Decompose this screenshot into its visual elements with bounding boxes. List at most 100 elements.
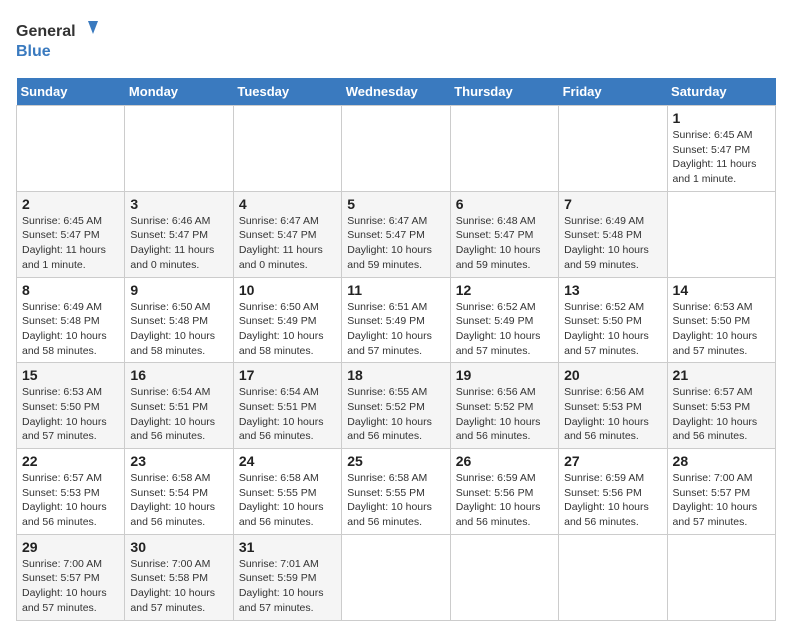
- day-info: Sunrise: 6:45 AMSunset: 5:47 PMDaylight:…: [22, 214, 119, 273]
- weekday-header-saturday: Saturday: [667, 78, 775, 106]
- day-number: 9: [130, 282, 227, 298]
- calendar-cell: 27 Sunrise: 6:59 AMSunset: 5:56 PMDayligh…: [559, 449, 667, 535]
- weekday-header-monday: Monday: [125, 78, 233, 106]
- calendar-cell: 18 Sunrise: 6:55 AMSunset: 5:52 PMDayligh…: [342, 363, 450, 449]
- calendar-cell: 20Sunrise: 6:56 AMSunset: 5:53 PMDayligh…: [559, 363, 667, 449]
- day-number: 18: [347, 367, 444, 383]
- calendar-cell: 19Sunrise: 6:56 AMSunset: 5:52 PMDayligh…: [450, 363, 558, 449]
- calendar-cell: 8 Sunrise: 6:49 AMSunset: 5:48 PMDaylight…: [17, 277, 125, 363]
- day-number: 29: [22, 539, 119, 555]
- calendar-cell: 7Sunrise: 6:49 AMSunset: 5:48 PMDaylight…: [559, 191, 667, 277]
- day-number: 1: [673, 110, 770, 126]
- day-number: 8: [22, 282, 119, 298]
- day-info: Sunrise: 6:51 AMSunset: 5:49 PMDaylight:…: [347, 300, 444, 359]
- calendar-cell: [667, 191, 775, 277]
- day-number: 13: [564, 282, 661, 298]
- day-info: Sunrise: 6:58 AMSunset: 5:55 PMDaylight:…: [347, 471, 444, 530]
- calendar-cell: [450, 106, 558, 192]
- day-number: 12: [456, 282, 553, 298]
- weekday-header-wednesday: Wednesday: [342, 78, 450, 106]
- calendar-cell: 12Sunrise: 6:52 AMSunset: 5:49 PMDayligh…: [450, 277, 558, 363]
- calendar-cell: [125, 106, 233, 192]
- calendar-cell: 10 Sunrise: 6:50 AMSunset: 5:49 PMDayligh…: [233, 277, 341, 363]
- day-info: Sunrise: 6:57 AMSunset: 5:53 PMDaylight:…: [673, 385, 770, 444]
- day-info: Sunrise: 6:47 AMSunset: 5:47 PMDaylight:…: [239, 214, 336, 273]
- calendar-cell: 29 Sunrise: 7:00 AMSunset: 5:57 PMDayligh…: [17, 534, 125, 620]
- day-info: Sunrise: 6:54 AMSunset: 5:51 PMDaylight:…: [130, 385, 227, 444]
- calendar-cell: 11 Sunrise: 6:51 AMSunset: 5:49 PMDayligh…: [342, 277, 450, 363]
- calendar-cell: 4 Sunrise: 6:47 AMSunset: 5:47 PMDaylight…: [233, 191, 341, 277]
- weekday-header-row: SundayMondayTuesdayWednesdayThursdayFrid…: [17, 78, 776, 106]
- calendar-cell: 15 Sunrise: 6:53 AMSunset: 5:50 PMDayligh…: [17, 363, 125, 449]
- calendar-cell: [17, 106, 125, 192]
- day-number: 10: [239, 282, 336, 298]
- calendar-cell: 21 Sunrise: 6:57 AMSunset: 5:53 PMDayligh…: [667, 363, 775, 449]
- day-info: Sunrise: 6:49 AMSunset: 5:48 PMDaylight:…: [22, 300, 119, 359]
- day-info: Sunrise: 7:01 AMSunset: 5:59 PMDaylight:…: [239, 557, 336, 616]
- day-number: 28: [673, 453, 770, 469]
- svg-text:General: General: [16, 23, 76, 40]
- day-number: 22: [22, 453, 119, 469]
- day-info: Sunrise: 6:52 AMSunset: 5:50 PMDaylight:…: [564, 300, 661, 359]
- calendar-week-row: 15 Sunrise: 6:53 AMSunset: 5:50 PMDayligh…: [17, 363, 776, 449]
- day-info: Sunrise: 7:00 AMSunset: 5:57 PMDaylight:…: [22, 557, 119, 616]
- calendar-cell: 17 Sunrise: 6:54 AMSunset: 5:51 PMDayligh…: [233, 363, 341, 449]
- day-info: Sunrise: 7:00 AMSunset: 5:58 PMDaylight:…: [130, 557, 227, 616]
- day-info: Sunrise: 6:48 AMSunset: 5:47 PMDaylight:…: [456, 214, 553, 273]
- day-info: Sunrise: 6:50 AMSunset: 5:48 PMDaylight:…: [130, 300, 227, 359]
- day-info: Sunrise: 6:59 AMSunset: 5:56 PMDaylight:…: [564, 471, 661, 530]
- day-number: 4: [239, 196, 336, 212]
- day-number: 17: [239, 367, 336, 383]
- calendar-cell: [233, 106, 341, 192]
- day-number: 23: [130, 453, 227, 469]
- day-number: 3: [130, 196, 227, 212]
- calendar-week-row: 29 Sunrise: 7:00 AMSunset: 5:57 PMDayligh…: [17, 534, 776, 620]
- day-number: 26: [456, 453, 553, 469]
- day-number: 20: [564, 367, 661, 383]
- day-number: 31: [239, 539, 336, 555]
- weekday-header-tuesday: Tuesday: [233, 78, 341, 106]
- day-info: Sunrise: 6:58 AMSunset: 5:55 PMDaylight:…: [239, 471, 336, 530]
- calendar-week-row: 8 Sunrise: 6:49 AMSunset: 5:48 PMDaylight…: [17, 277, 776, 363]
- calendar-cell: 2 Sunrise: 6:45 AMSunset: 5:47 PMDaylight…: [17, 191, 125, 277]
- weekday-header-friday: Friday: [559, 78, 667, 106]
- calendar-cell: 28 Sunrise: 7:00 AMSunset: 5:57 PMDayligh…: [667, 449, 775, 535]
- calendar-cell: 3Sunrise: 6:46 AMSunset: 5:47 PMDaylight…: [125, 191, 233, 277]
- calendar-cell: [450, 534, 558, 620]
- day-info: Sunrise: 6:56 AMSunset: 5:52 PMDaylight:…: [456, 385, 553, 444]
- day-info: Sunrise: 6:50 AMSunset: 5:49 PMDaylight:…: [239, 300, 336, 359]
- day-number: 30: [130, 539, 227, 555]
- svg-text:Blue: Blue: [16, 43, 51, 60]
- calendar-cell: [559, 534, 667, 620]
- calendar-cell: 1 Sunrise: 6:45 AMSunset: 5:47 PMDaylight…: [667, 106, 775, 192]
- day-info: Sunrise: 6:55 AMSunset: 5:52 PMDaylight:…: [347, 385, 444, 444]
- calendar-cell: [342, 534, 450, 620]
- day-number: 21: [673, 367, 770, 383]
- day-info: Sunrise: 6:53 AMSunset: 5:50 PMDaylight:…: [673, 300, 770, 359]
- calendar-cell: [559, 106, 667, 192]
- page-header: General Blue: [16, 16, 776, 66]
- day-number: 27: [564, 453, 661, 469]
- day-info: Sunrise: 6:47 AMSunset: 5:47 PMDaylight:…: [347, 214, 444, 273]
- day-number: 7: [564, 196, 661, 212]
- day-number: 11: [347, 282, 444, 298]
- calendar-cell: [667, 534, 775, 620]
- calendar-week-row: 2 Sunrise: 6:45 AMSunset: 5:47 PMDaylight…: [17, 191, 776, 277]
- calendar-cell: 24Sunrise: 6:58 AMSunset: 5:55 PMDayligh…: [233, 449, 341, 535]
- day-number: 14: [673, 282, 770, 298]
- day-info: Sunrise: 6:59 AMSunset: 5:56 PMDaylight:…: [456, 471, 553, 530]
- calendar-week-row: 1 Sunrise: 6:45 AMSunset: 5:47 PMDaylight…: [17, 106, 776, 192]
- day-number: 15: [22, 367, 119, 383]
- weekday-header-thursday: Thursday: [450, 78, 558, 106]
- day-info: Sunrise: 7:00 AMSunset: 5:57 PMDaylight:…: [673, 471, 770, 530]
- logo: General Blue: [16, 16, 106, 66]
- day-number: 2: [22, 196, 119, 212]
- day-info: Sunrise: 6:45 AMSunset: 5:47 PMDaylight:…: [673, 128, 770, 187]
- logo-svg: General Blue: [16, 16, 106, 66]
- day-info: Sunrise: 6:54 AMSunset: 5:51 PMDaylight:…: [239, 385, 336, 444]
- day-number: 16: [130, 367, 227, 383]
- day-info: Sunrise: 6:53 AMSunset: 5:50 PMDaylight:…: [22, 385, 119, 444]
- calendar-cell: 9 Sunrise: 6:50 AMSunset: 5:48 PMDaylight…: [125, 277, 233, 363]
- calendar-cell: 16 Sunrise: 6:54 AMSunset: 5:51 PMDayligh…: [125, 363, 233, 449]
- calendar-cell: 30 Sunrise: 7:00 AMSunset: 5:58 PMDayligh…: [125, 534, 233, 620]
